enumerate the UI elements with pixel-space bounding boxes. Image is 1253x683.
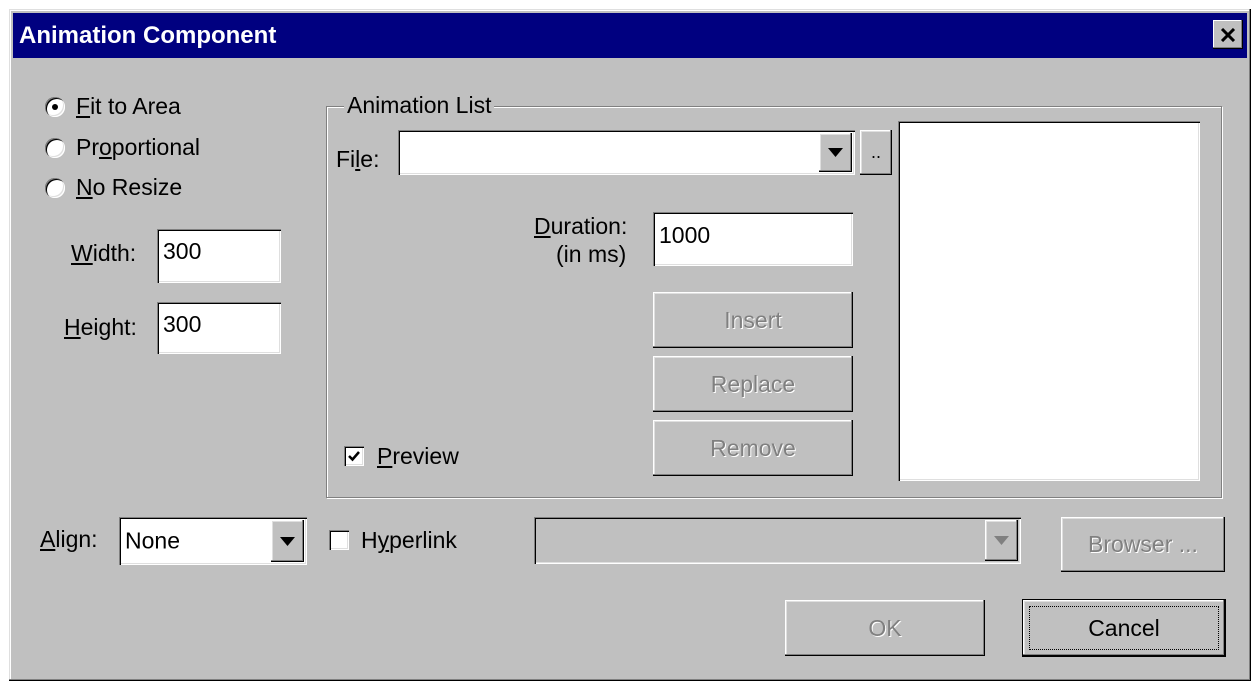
- radio-no-resize-label: No Resize: [76, 174, 183, 200]
- insert-button[interactable]: Insert: [653, 292, 853, 348]
- align-value: None: [125, 527, 180, 554]
- radio-fit-to-area-label: Fit to Area: [76, 93, 181, 119]
- animation-list-group-label: Animation List: [344, 92, 495, 119]
- align-label: Align:: [40, 526, 98, 552]
- file-dropdown-button[interactable]: [819, 133, 852, 172]
- insert-button-label: Insert: [724, 306, 782, 333]
- file-browse-label: ..: [870, 142, 881, 162]
- remove-button-label: Remove: [710, 434, 796, 461]
- hyperlink-combobox[interactable]: [534, 517, 1021, 564]
- duration-input[interactable]: 1000: [653, 212, 853, 266]
- height-value: 300: [163, 311, 202, 337]
- hyperlink-label: Hyperlink: [361, 527, 457, 553]
- height-input[interactable]: 300: [157, 302, 281, 354]
- cancel-button-label: Cancel: [1088, 614, 1160, 641]
- align-dropdown-button[interactable]: [271, 520, 304, 562]
- remove-button[interactable]: Remove: [653, 420, 853, 476]
- preview-checkbox-box[interactable]: [344, 446, 364, 466]
- radio-no-resize-circle[interactable]: [45, 178, 65, 198]
- close-button[interactable]: [1213, 20, 1243, 49]
- replace-button-label: Replace: [710, 370, 796, 397]
- cancel-button[interactable]: Cancel: [1023, 600, 1225, 656]
- ok-button[interactable]: OK: [785, 600, 985, 656]
- align-select[interactable]: None: [119, 517, 307, 565]
- chevron-down-icon: [280, 537, 295, 546]
- title-bar[interactable]: Animation Component: [13, 13, 1247, 58]
- hyperlink-dropdown-button[interactable]: [985, 520, 1018, 561]
- file-label: File:: [336, 146, 380, 172]
- radio-fit-to-area-circle[interactable]: [45, 97, 65, 117]
- file-combobox[interactable]: [398, 130, 855, 175]
- window-title: Animation Component: [19, 22, 277, 49]
- animation-listbox[interactable]: [898, 121, 1200, 481]
- checkmark-icon: [348, 451, 360, 462]
- radio-proportional-label: Proportional: [76, 134, 201, 160]
- width-label: Width:: [71, 240, 137, 266]
- duration-label: Duration:: [534, 213, 628, 239]
- radio-proportional-circle[interactable]: [45, 138, 65, 158]
- ok-button-label: OK: [868, 614, 902, 641]
- replace-button[interactable]: Replace: [653, 356, 853, 412]
- preview-label: Preview: [377, 443, 459, 469]
- height-label: Height:: [64, 314, 137, 340]
- duration-sub-label: (in ms): [556, 241, 627, 267]
- width-input[interactable]: 300: [157, 229, 281, 283]
- browser-button[interactable]: Browser ...: [1061, 517, 1225, 572]
- chevron-down-icon: [828, 148, 843, 157]
- duration-value: 1000: [659, 222, 711, 248]
- file-browse-button[interactable]: ..: [860, 130, 892, 175]
- width-value: 300: [163, 238, 202, 264]
- chevron-down-icon: [994, 536, 1009, 545]
- browser-button-label: Browser ...: [1088, 531, 1198, 557]
- hyperlink-checkbox-box[interactable]: [329, 530, 349, 550]
- close-icon: [1220, 27, 1236, 42]
